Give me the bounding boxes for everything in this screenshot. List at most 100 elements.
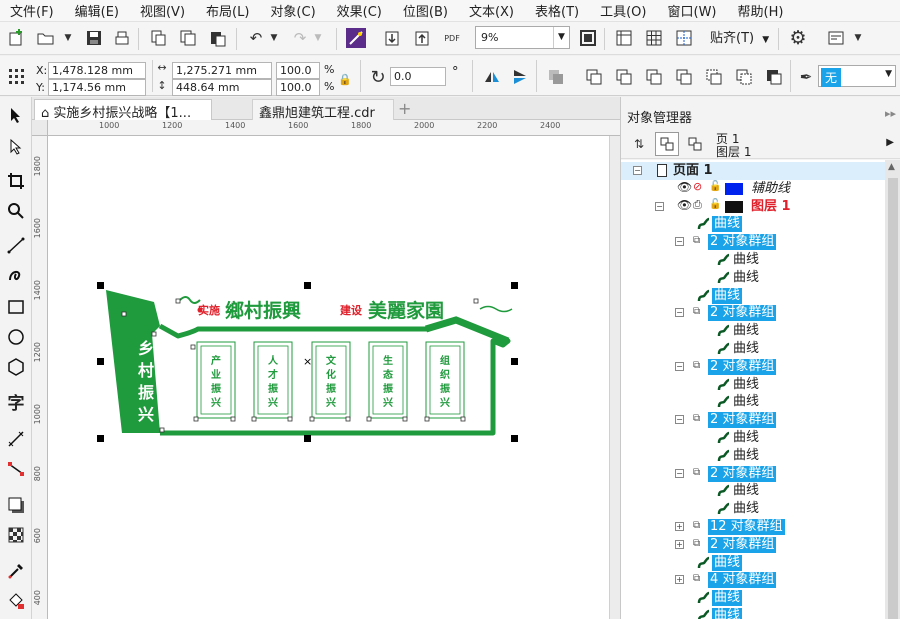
scale-width-field[interactable]: 100.0 <box>276 62 320 79</box>
menu-table[interactable]: 表格(T) <box>525 1 579 20</box>
open-dropdown-icon[interactable]: ▼ <box>56 26 80 50</box>
tree-group-row[interactable]: + ⧉ 12 对象群组 <box>621 518 885 536</box>
scroll-up-icon[interactable]: ▲ <box>888 162 895 172</box>
collapse-icon[interactable]: − <box>675 468 684 478</box>
tree-curve-row[interactable]: 曲线 <box>621 589 885 607</box>
export-icon[interactable] <box>410 26 434 50</box>
show-grid-icon[interactable] <box>642 26 666 50</box>
simplify-icon[interactable] <box>672 65 696 89</box>
visibility-eye-icon[interactable]: 👁 <box>677 198 692 212</box>
text-tool-icon[interactable]: 字 <box>4 389 28 414</box>
object-origin-icon[interactable] <box>4 64 28 88</box>
tree-group-row[interactable]: − ⧉ 2 对象群组 <box>621 358 885 376</box>
expand-icon[interactable]: + <box>675 575 684 585</box>
publish-pdf-icon[interactable]: PDF <box>440 26 464 50</box>
height-field[interactable]: 448.64 mm <box>172 79 272 96</box>
connector-tool-icon[interactable] <box>4 457 28 481</box>
drawing-canvas[interactable]: 实施 鄉村振興 建设 美麗家園 乡 村 振 兴 产 业 振 兴 人 才 振 兴 … <box>48 136 620 619</box>
scroll-thumb[interactable] <box>888 178 898 619</box>
tree-curve-row[interactable]: 曲线 <box>621 322 885 340</box>
design-artwork[interactable]: 实施 鄉村振興 建设 美麗家園 乡 村 振 兴 产 业 振 兴 人 才 振 兴 … <box>48 136 620 619</box>
mirror-vertical-icon[interactable] <box>508 65 532 89</box>
zoom-level-select[interactable]: 9% ▼ <box>475 26 570 49</box>
menu-effects[interactable]: 效果(C) <box>327 1 382 20</box>
open-folder-icon[interactable] <box>34 26 58 50</box>
new-document-icon[interactable] <box>4 26 28 50</box>
tree-curve-row[interactable]: 曲线 <box>621 251 885 269</box>
menu-bitmaps[interactable]: 位图(B) <box>393 1 448 20</box>
undo-dropdown-icon[interactable]: ▼ <box>262 26 286 50</box>
tree-curve-row[interactable]: 曲线 <box>621 500 885 518</box>
tree-curve-row[interactable]: 曲线 <box>621 482 885 500</box>
tree-group-row[interactable]: − ⧉ 2 对象群组 <box>621 465 885 483</box>
cut-icon[interactable] <box>146 26 170 50</box>
save-icon[interactable] <box>82 26 106 50</box>
color-eyedropper-icon[interactable] <box>4 559 28 583</box>
menu-view[interactable]: 视图(V) <box>130 1 185 20</box>
menu-file[interactable]: 文件(F) <box>0 1 54 20</box>
menu-tools[interactable]: 工具(O) <box>590 1 646 20</box>
transparency-icon[interactable] <box>4 523 28 547</box>
menu-edit[interactable]: 编辑(E) <box>65 1 119 20</box>
tree-layer-row[interactable]: − 👁 ⎙ 🔓 图层 1 <box>621 198 885 216</box>
expand-icon[interactable]: + <box>675 522 684 531</box>
pick-tool-icon[interactable] <box>4 103 28 127</box>
mirror-horizontal-icon[interactable] <box>480 65 504 89</box>
vertical-ruler[interactable]: 1800 1600 1400 1200 1000 800 600 400 <box>32 136 48 619</box>
menu-layout[interactable]: 布局(L) <box>196 1 249 20</box>
fill-color-select[interactable]: 无 ▼ <box>818 65 896 87</box>
tree-group-row[interactable]: − ⧉ 2 对象群组 <box>621 411 885 429</box>
launcher-dropdown-icon[interactable]: ▼ <box>846 26 870 50</box>
parallel-dimension-icon[interactable] <box>4 427 28 451</box>
tree-curve-row[interactable]: 曲线 <box>621 554 885 572</box>
collapse-icon[interactable]: − <box>675 361 684 371</box>
menu-help[interactable]: 帮助(H) <box>728 1 784 20</box>
tree-curve-row[interactable]: 曲线 <box>621 447 885 465</box>
tree-curve-row[interactable]: 曲线 <box>621 269 885 287</box>
width-field[interactable]: 1,275.271 mm <box>172 62 272 79</box>
tree-curve-row[interactable]: 曲线 <box>621 607 885 619</box>
ruler-origin[interactable] <box>32 120 48 136</box>
printable-icon[interactable]: ⊘ <box>693 180 702 193</box>
canvas-vertical-scrollbar[interactable] <box>609 136 620 619</box>
collapse-icon[interactable]: − <box>655 201 664 211</box>
create-boundary-icon[interactable] <box>762 65 786 89</box>
show-rulers-icon[interactable] <box>612 26 636 50</box>
new-tab-icon[interactable]: + <box>398 99 411 118</box>
weld-icon[interactable] <box>582 65 606 89</box>
rotation-field[interactable]: 0.0 <box>390 67 446 86</box>
import-icon[interactable] <box>380 26 404 50</box>
shape-tool-icon[interactable] <box>4 135 28 159</box>
redo-dropdown-icon[interactable]: ▼ <box>306 26 330 50</box>
collapse-icon[interactable]: − <box>675 415 684 425</box>
lock-icon[interactable]: 🔓 <box>709 181 721 192</box>
y-position-field[interactable]: 1,174.56 mm <box>48 79 146 96</box>
back-minus-front-icon[interactable] <box>732 65 756 89</box>
search-content-icon[interactable] <box>344 26 368 50</box>
collapse-icon[interactable]: − <box>633 166 642 175</box>
show-properties-icon[interactable]: ⇅ <box>627 132 651 156</box>
printable-icon[interactable]: ⎙ <box>693 198 702 212</box>
lock-ratio-icon[interactable]: 🔒 <box>336 70 354 88</box>
zoom-dropdown-icon[interactable]: ▼ <box>553 27 569 48</box>
crop-tool-icon[interactable] <box>4 169 28 193</box>
options-gear-icon[interactable]: ⚙ <box>786 26 810 50</box>
paste-icon[interactable] <box>206 26 230 50</box>
x-position-field[interactable]: 1,478.128 mm <box>48 62 146 79</box>
drop-shadow-icon[interactable] <box>4 493 28 517</box>
interactive-fill-icon[interactable] <box>4 589 28 613</box>
print-icon[interactable] <box>110 26 134 50</box>
combine-icon[interactable] <box>544 65 568 89</box>
tab-document-1[interactable]: ⌂ 实施乡村振兴战略【1... <box>34 99 212 121</box>
tree-curve-row[interactable]: 曲线 <box>621 393 885 411</box>
layer-manager-view-icon[interactable] <box>683 132 707 156</box>
tab-document-2[interactable]: 鑫鼎旭建筑工程.cdr <box>252 99 394 121</box>
visibility-eye-icon[interactable]: 👁 <box>677 180 692 194</box>
artistic-media-icon[interactable] <box>4 263 28 287</box>
tree-guides-layer-row[interactable]: 👁 ⊘ 🔓 辅助线 <box>621 180 885 198</box>
scale-height-field[interactable]: 100.0 <box>276 79 320 96</box>
lock-icon[interactable]: 🔓 <box>709 199 721 210</box>
layer-color-swatch[interactable] <box>725 200 743 213</box>
tree-group-row[interactable]: + ⧉ 4 对象群组 <box>621 571 885 589</box>
intersect-icon[interactable] <box>642 65 666 89</box>
